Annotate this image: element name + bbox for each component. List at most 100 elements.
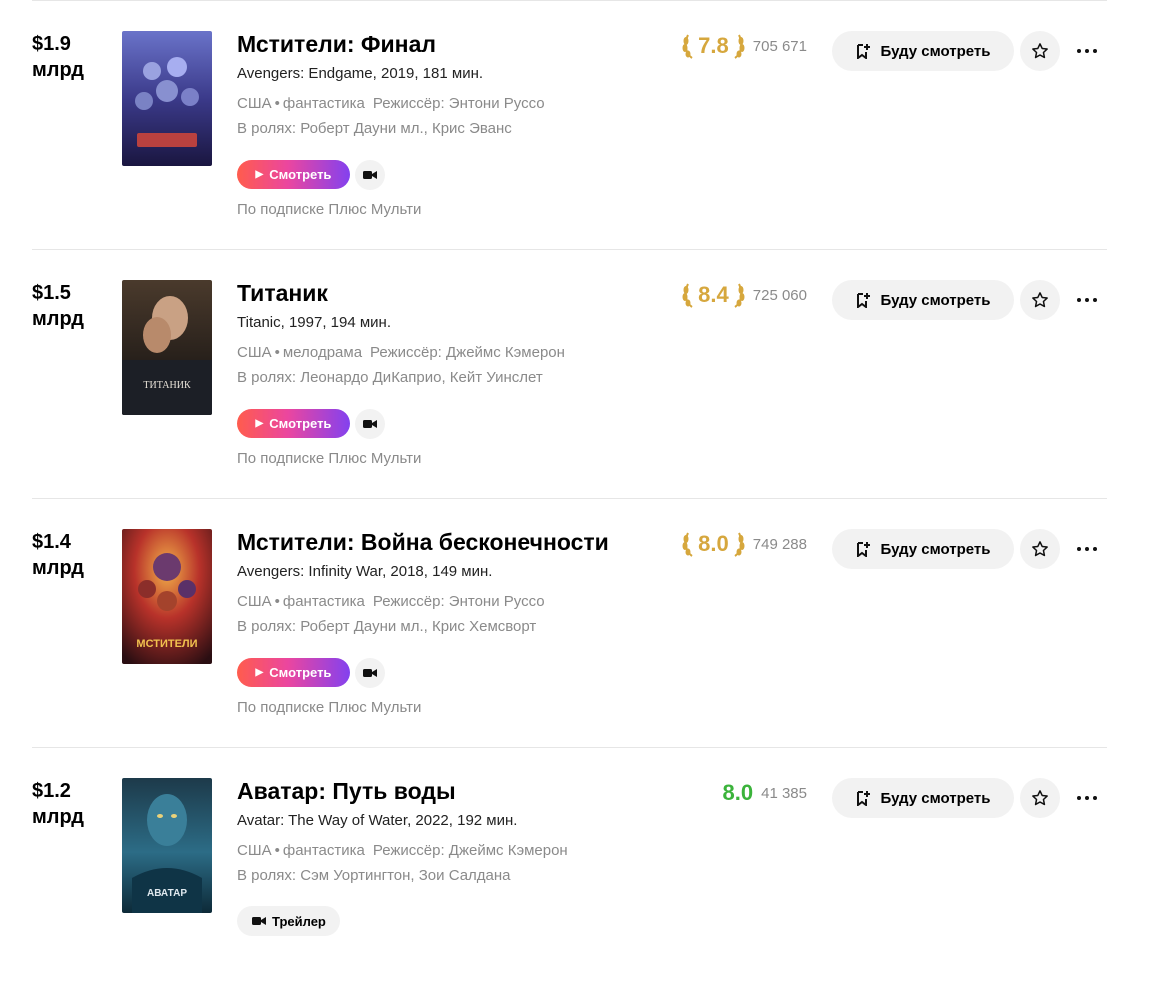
more-button[interactable] — [1072, 31, 1102, 71]
play-icon: ▶ — [255, 418, 264, 429]
box-office: $1.5 млрд — [32, 280, 84, 332]
trailer-button[interactable]: Трейлер — [237, 906, 340, 936]
film-cast: В ролях: Леонардо ДиКаприо, Кейт Уинслет — [237, 369, 543, 386]
more-dots-icon — [1077, 49, 1097, 53]
poster-title-text: АВАТАР — [147, 888, 187, 899]
want-to-watch-label: Буду смотреть — [880, 540, 991, 558]
rating-value: 7.8 — [698, 33, 729, 58]
film-row: $1.2 млрд АВАТАР Аватар: Путь воды Avata… — [32, 748, 1107, 996]
more-button[interactable] — [1072, 280, 1102, 320]
film-meta: США • фантастика Режиссёр: Джеймс Кэмерон — [237, 842, 568, 859]
film-cast: В ролях: Роберт Дауни мл., Крис Эванс — [237, 120, 512, 137]
rate-button[interactable] — [1020, 529, 1060, 569]
rate-button[interactable] — [1020, 31, 1060, 71]
rating-block: 8.0 749 288 — [682, 529, 807, 559]
film-director: Режиссёр: Джеймс Кэмерон — [370, 344, 565, 361]
box-office-unit: млрд — [32, 806, 84, 828]
film-original-info: Avatar: The Way of Water, 2022, 192 мин. — [237, 812, 518, 829]
film-meta: США • мелодрама Режиссёр: Джеймс Кэмерон — [237, 344, 565, 361]
more-dots-icon — [1077, 796, 1097, 800]
film-genre: фантастика — [282, 593, 365, 610]
film-title[interactable]: Титаник — [237, 279, 328, 307]
trailer-button[interactable] — [355, 160, 385, 190]
poster-avengers-endgame[interactable] — [122, 31, 212, 166]
film-title[interactable]: Мстители: Война бесконечности — [237, 528, 609, 556]
star-icon — [1032, 43, 1048, 59]
laurel-right-icon — [734, 532, 745, 557]
bookmark-add-icon — [857, 293, 871, 308]
film-list: $1.9 млрд Мстители: Финал Avengers: Endg… — [32, 0, 1107, 996]
video-camera-icon — [363, 669, 377, 677]
poster-title-text: ТИТАНИК — [143, 380, 191, 391]
film-title[interactable]: Мстители: Финал — [237, 30, 436, 58]
want-to-watch-label: Буду смотреть — [880, 789, 991, 807]
film-genre: фантастика — [282, 842, 365, 859]
want-to-watch-button[interactable]: Буду смотреть — [832, 529, 1014, 569]
want-to-watch-button[interactable]: Буду смотреть — [832, 31, 1014, 71]
watch-button[interactable]: ▶ Смотреть — [237, 658, 350, 687]
poster-avatar-way-of-water[interactable]: АВАТАР — [122, 778, 212, 913]
watch-label: Смотреть — [269, 665, 332, 680]
film-director: Режиссёр: Джеймс Кэмерон — [372, 842, 568, 859]
rate-button[interactable] — [1020, 778, 1060, 818]
want-to-watch-button[interactable]: Буду смотреть — [832, 280, 1014, 320]
trailer-button[interactable] — [355, 658, 385, 688]
watch-label: Смотреть — [269, 167, 332, 182]
box-office: $1.9 млрд — [32, 31, 84, 83]
laurel-left-icon — [682, 283, 693, 308]
box-office-amount: $1.2 — [32, 780, 71, 802]
rating-votes: 725 060 — [752, 286, 807, 304]
star-icon — [1032, 541, 1048, 557]
more-dots-icon — [1077, 547, 1097, 551]
film-original-info: Avengers: Infinity War, 2018, 149 мин. — [237, 563, 493, 580]
film-row: $1.4 млрд МСТИТЕЛИ Мстители: Война беско… — [32, 499, 1107, 747]
film-country: США — [237, 842, 272, 859]
box-office-amount: $1.5 — [32, 282, 71, 304]
want-to-watch-label: Буду смотреть — [880, 291, 991, 309]
subscription-note: По подписке Плюс Мульти — [237, 450, 422, 467]
film-director: Режиссёр: Энтони Руссо — [372, 95, 545, 112]
laurel-right-icon — [734, 34, 745, 59]
box-office-unit: млрд — [32, 557, 84, 579]
box-office: $1.4 млрд — [32, 529, 84, 581]
watch-button[interactable]: ▶ Смотреть — [237, 160, 350, 189]
want-to-watch-label: Буду смотреть — [880, 42, 991, 60]
rate-button[interactable] — [1020, 280, 1060, 320]
film-cast: В ролях: Роберт Дауни мл., Крис Хемсворт — [237, 618, 537, 635]
rating-votes: 705 671 — [752, 37, 807, 55]
rating-value: 8.4 — [698, 282, 729, 307]
bookmark-add-icon — [857, 791, 871, 806]
bookmark-add-icon — [857, 542, 871, 557]
laurel-right-icon — [734, 283, 745, 308]
more-button[interactable] — [1072, 778, 1102, 818]
want-to-watch-button[interactable]: Буду смотреть — [832, 778, 1014, 818]
box-office-unit: млрд — [32, 308, 84, 330]
film-row: $1.9 млрд Мстители: Финал Avengers: Endg… — [32, 1, 1107, 249]
video-camera-icon — [252, 917, 266, 925]
film-row: $1.5 млрд ТИТАНИК Титаник Titanic, 1997,… — [32, 250, 1107, 498]
rating-votes: 41 385 — [761, 784, 807, 802]
rating-block: 7.8 705 671 — [682, 31, 807, 61]
video-camera-icon — [363, 171, 377, 179]
film-original-info: Avengers: Endgame, 2019, 181 мин. — [237, 65, 484, 82]
watch-button[interactable]: ▶ Смотреть — [237, 409, 350, 438]
play-icon: ▶ — [255, 169, 264, 180]
film-title[interactable]: Аватар: Путь воды — [237, 777, 456, 805]
rating-value: 8.0 — [698, 531, 729, 556]
poster-avengers-infinity-war[interactable]: МСТИТЕЛИ — [122, 529, 212, 664]
subscription-note: По подписке Плюс Мульти — [237, 699, 422, 716]
more-button[interactable] — [1072, 529, 1102, 569]
subscription-note: По подписке Плюс Мульти — [237, 201, 422, 218]
film-country: США — [237, 95, 272, 112]
poster-title-text: МСТИТЕЛИ — [136, 638, 197, 650]
rating-votes: 749 288 — [752, 535, 807, 553]
trailer-button[interactable] — [355, 409, 385, 439]
laurel-left-icon — [682, 532, 693, 557]
video-camera-icon — [363, 420, 377, 428]
more-dots-icon — [1077, 298, 1097, 302]
box-office: $1.2 млрд — [32, 778, 84, 830]
poster-titanic[interactable]: ТИТАНИК — [122, 280, 212, 415]
rating-block: 8.4 725 060 — [682, 280, 807, 310]
film-original-info: Titanic, 1997, 194 мин. — [237, 314, 391, 331]
box-office-unit: млрд — [32, 59, 84, 81]
